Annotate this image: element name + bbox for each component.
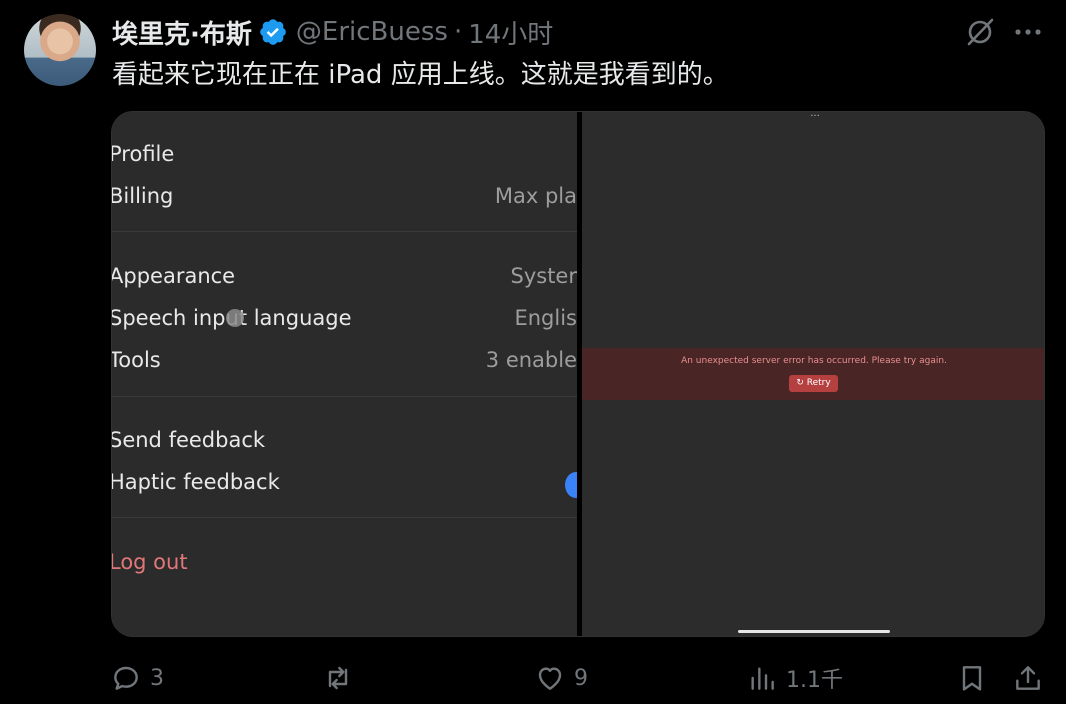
tweet-text: 看起来它现在正在 iPad 应用上线。这就是我看到的。 xyxy=(112,60,729,90)
error-message: An unexpected server error has occurred.… xyxy=(681,356,947,366)
author-handle[interactable]: @EricBuess xyxy=(296,17,448,47)
retry-label: Retry xyxy=(806,378,831,388)
haptic-label: Haptic feedback xyxy=(111,470,280,494)
header-separator: · xyxy=(453,17,463,47)
views-icon xyxy=(751,667,774,690)
settings-pane: Profile Billing Max pla Appearance Syste… xyxy=(111,112,587,636)
multitask-handle-icon[interactable]: ··· xyxy=(808,112,822,122)
bookmark-icon xyxy=(962,666,982,691)
like-button[interactable]: 9 xyxy=(534,656,588,700)
settings-row-appearance[interactable]: Appearance Syster xyxy=(112,256,577,296)
reply-icon xyxy=(114,666,138,690)
settings-divider xyxy=(112,396,577,397)
like-count: 9 xyxy=(574,665,588,691)
bookmark-button[interactable] xyxy=(956,656,988,700)
tweet-media-screenshot[interactable]: Profile Billing Max pla Appearance Syste… xyxy=(111,111,1045,637)
send-feedback-label: Send feedback xyxy=(111,428,266,452)
more-icon[interactable] xyxy=(1010,14,1046,50)
author-name[interactable]: 埃里克·布斯 xyxy=(112,14,252,51)
settings-row-haptic[interactable]: Haptic feedback xyxy=(111,462,587,502)
share-button[interactable] xyxy=(1012,656,1044,700)
post-time[interactable]: 14小时 xyxy=(468,14,553,51)
retry-icon: ↻ xyxy=(796,378,804,388)
settings-row-profile[interactable]: Profile xyxy=(112,134,577,174)
settings-row-speech[interactable]: Speech input language Englis xyxy=(112,298,577,338)
settings-divider xyxy=(112,231,577,232)
share-icon xyxy=(1016,666,1040,690)
reply-button[interactable]: 3 xyxy=(110,656,164,700)
settings-row-send-feedback[interactable]: Send feedback xyxy=(112,420,577,460)
retweet-button[interactable] xyxy=(322,656,362,700)
settings-row-tools[interactable]: Tools 3 enable xyxy=(112,340,577,380)
reply-count: 3 xyxy=(150,665,164,691)
tools-value: 3 enable xyxy=(485,348,577,372)
tools-label: Tools xyxy=(111,348,161,372)
grok-icon[interactable] xyxy=(962,14,998,50)
touch-indicator xyxy=(226,309,244,327)
like-icon xyxy=(538,667,562,690)
retweet-icon xyxy=(328,666,348,690)
home-indicator xyxy=(738,630,890,633)
tweet-header: 埃里克·布斯 @EricBuess · 14小时 xyxy=(112,14,553,50)
verified-badge-icon xyxy=(260,19,286,45)
appearance-value: Syster xyxy=(510,264,578,288)
speech-value: Englis xyxy=(514,306,577,330)
profile-label: Profile xyxy=(111,142,175,166)
billing-label: Billing xyxy=(111,184,174,208)
views-button[interactable]: 1.1千 xyxy=(746,656,843,700)
settings-divider xyxy=(112,517,577,518)
retry-button[interactable]: ↻ Retry xyxy=(789,375,838,392)
avatar[interactable] xyxy=(24,14,96,86)
tweet-actions: 3 9 1.1千 xyxy=(0,656,1066,700)
appearance-label: Appearance xyxy=(111,264,236,288)
settings-row-billing[interactable]: Billing Max pla xyxy=(112,176,577,216)
error-banner: An unexpected server error has occurred.… xyxy=(582,348,1044,400)
views-count: 1.1千 xyxy=(786,668,843,693)
logout-label: Log out xyxy=(111,550,188,574)
billing-value: Max pla xyxy=(494,184,577,208)
chat-pane: ··· An unexpected server error has occur… xyxy=(582,112,1044,636)
settings-row-logout[interactable]: Log out xyxy=(112,542,577,582)
